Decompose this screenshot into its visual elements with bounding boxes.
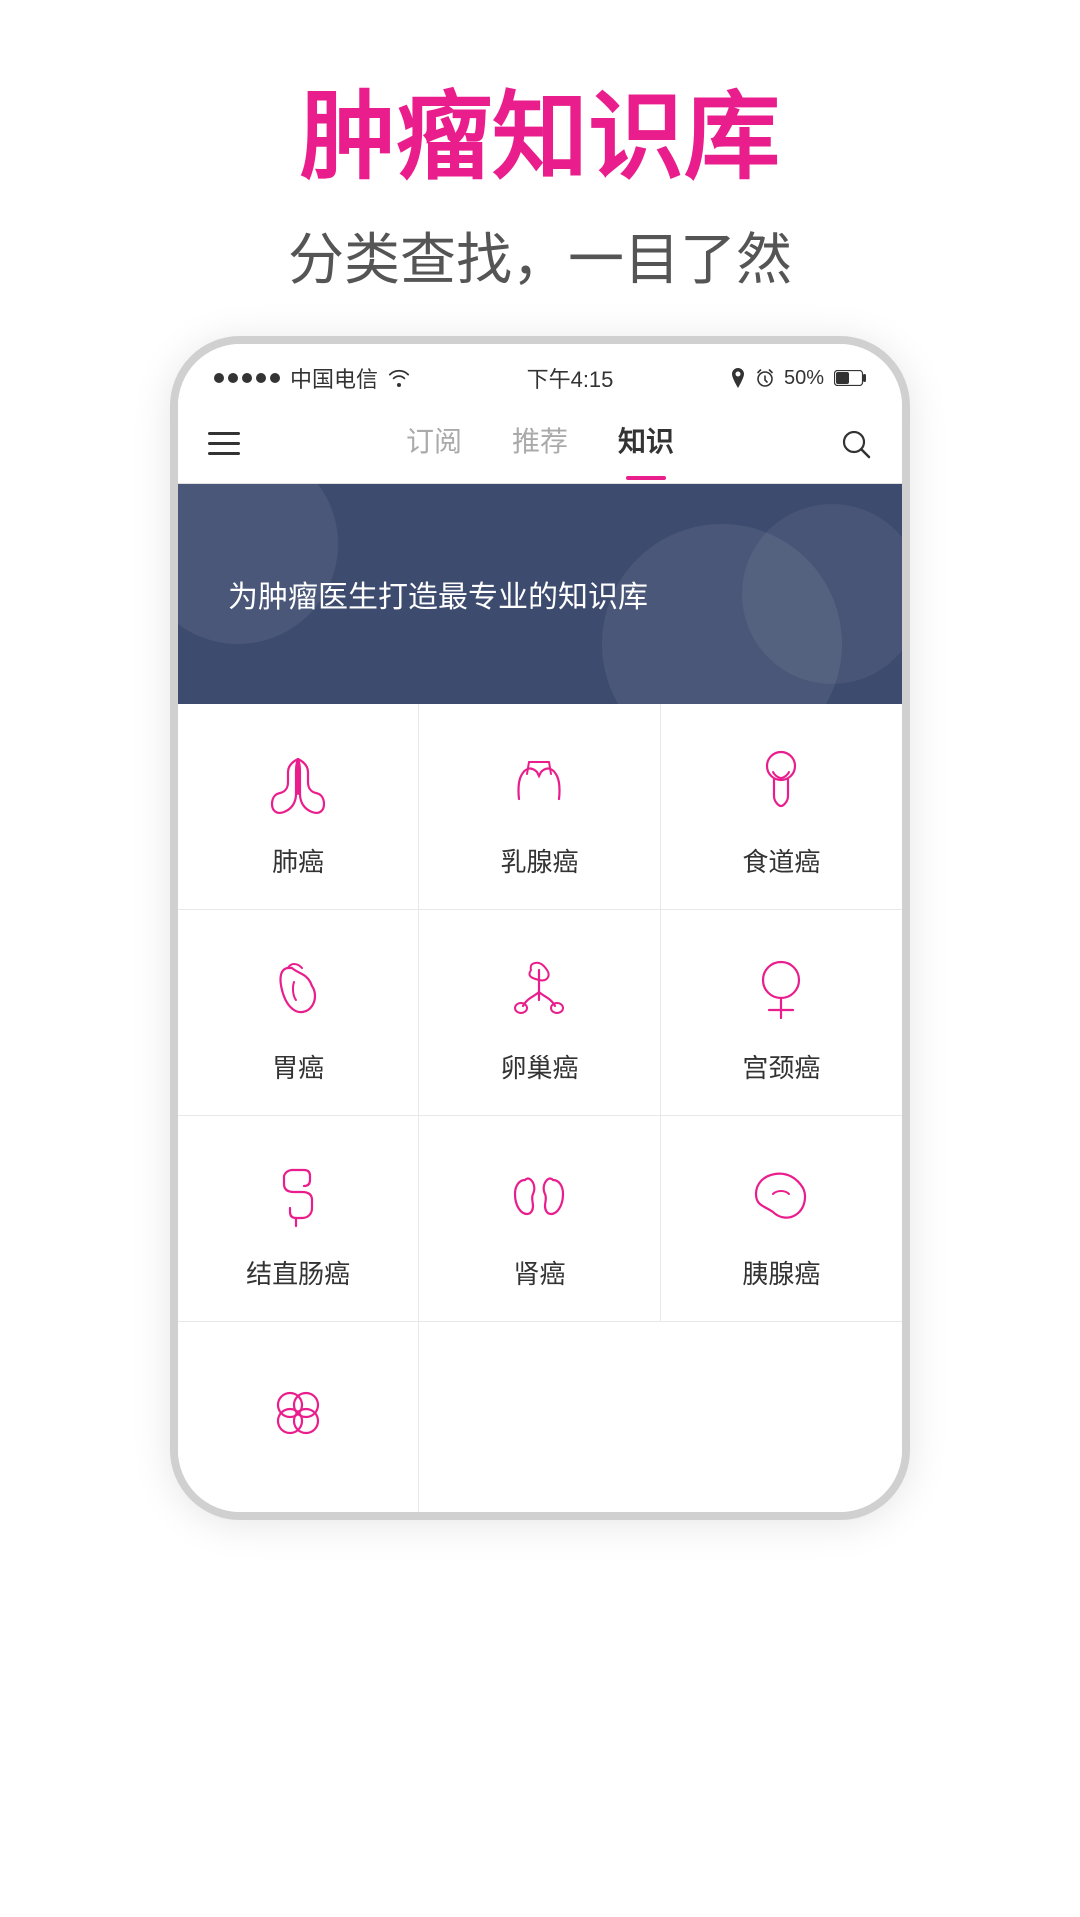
- cancer-cell-colon[interactable]: 结直肠癌: [178, 1116, 419, 1322]
- cancer-cell-esophagus[interactable]: 食道癌: [661, 704, 902, 910]
- colon-label: 结直肠癌: [246, 1254, 350, 1291]
- signal-dot-5: [270, 373, 280, 383]
- status-left: 中国电信: [214, 362, 410, 394]
- pancreas-icon: [741, 1156, 821, 1236]
- battery-text: 50%: [784, 367, 824, 390]
- breast-icon: [499, 744, 579, 824]
- battery-icon: [834, 370, 866, 386]
- wifi-icon: [388, 369, 410, 387]
- carrier-name: 中国电信: [290, 362, 378, 394]
- status-time: 下午4:15: [527, 362, 614, 394]
- kidney-icon: [499, 1156, 579, 1236]
- tab-knowledge[interactable]: 知识: [618, 420, 674, 468]
- cancer-cell-stomach[interactable]: 胃癌: [178, 910, 419, 1116]
- cervical-icon: [741, 950, 821, 1030]
- phone-frame: 中国电信 下午4:15: [170, 336, 910, 1520]
- stomach-icon: [258, 950, 338, 1030]
- banner-text: 为肿瘤医生打造最专业的知识库: [228, 572, 648, 616]
- status-right: 50%: [730, 367, 866, 390]
- ovary-label: 卵巢癌: [500, 1048, 578, 1085]
- signal-dots: [214, 373, 280, 383]
- signal-dot-1: [214, 373, 224, 383]
- cancer-cell-ovary[interactable]: 卵巢癌: [419, 910, 660, 1116]
- banner-decoration: [742, 504, 902, 684]
- esophagus-icon: [741, 744, 821, 824]
- page-title-main: 肿瘤知识库: [0, 80, 1080, 195]
- cancer-cell-pancreas[interactable]: 胰腺癌: [661, 1116, 902, 1322]
- colon-icon: [258, 1156, 338, 1236]
- alarm-icon: [756, 369, 774, 387]
- lung-label: 肺癌: [272, 842, 324, 879]
- nav-bar: 订阅 推荐 知识: [178, 404, 902, 484]
- stomach-label: 胃癌: [272, 1048, 324, 1085]
- knowledge-banner: 为肿瘤医生打造最专业的知识库: [178, 484, 902, 704]
- breast-label: 乳腺癌: [500, 842, 578, 879]
- signal-dot-3: [242, 373, 252, 383]
- menu-icon[interactable]: [208, 432, 240, 456]
- cancer-cell-kidney[interactable]: 肾癌: [419, 1116, 660, 1322]
- search-icon[interactable]: [840, 428, 872, 460]
- cancer-cell-other[interactable]: [178, 1322, 419, 1512]
- pancreas-label: 胰腺癌: [742, 1254, 820, 1291]
- signal-dot-4: [256, 373, 266, 383]
- cancer-cell-breast[interactable]: 乳腺癌: [419, 704, 660, 910]
- tab-subscribe[interactable]: 订阅: [406, 420, 462, 468]
- cancer-cell-lung[interactable]: 肺癌: [178, 704, 419, 910]
- cervical-label: 宫颈癌: [742, 1048, 820, 1085]
- page-title-sub: 分类查找，一目了然: [0, 215, 1080, 296]
- status-bar: 中国电信 下午4:15: [178, 344, 902, 404]
- nav-tabs: 订阅 推荐 知识: [406, 420, 674, 468]
- cancer-grid: 肺癌 乳腺癌: [178, 704, 902, 1512]
- lung-icon: [258, 744, 338, 824]
- cancer-cell-cervical[interactable]: 宫颈癌: [661, 910, 902, 1116]
- other-icon: [258, 1373, 338, 1453]
- esophagus-label: 食道癌: [742, 842, 820, 879]
- location-icon: [730, 368, 746, 388]
- tab-recommend[interactable]: 推荐: [512, 420, 568, 468]
- ovary-icon: [499, 950, 579, 1030]
- signal-dot-2: [228, 373, 238, 383]
- kidney-label: 肾癌: [513, 1254, 565, 1291]
